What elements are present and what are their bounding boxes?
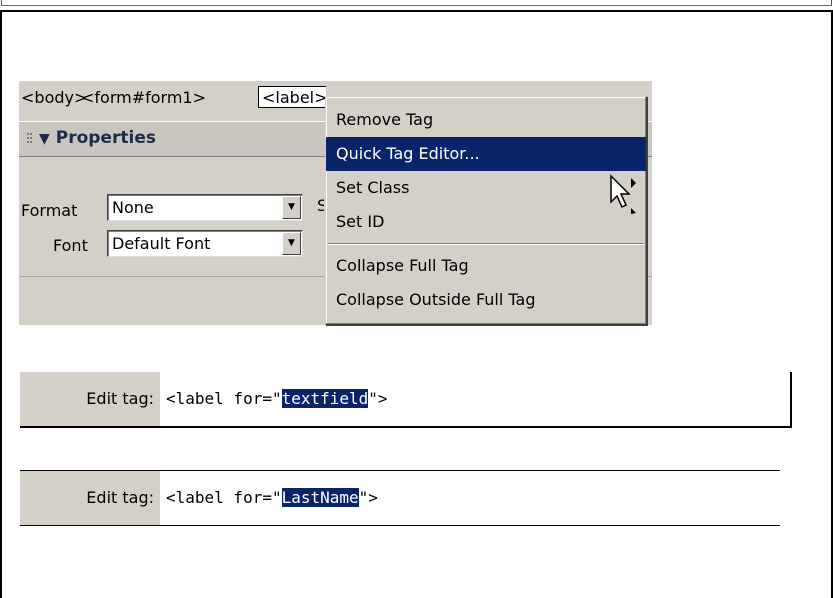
menu-item-quick-tag-editor[interactable]: Quick Tag Editor... — [326, 137, 646, 171]
code-text: "> — [368, 389, 388, 408]
selected-text: LastName — [281, 488, 359, 507]
edit-tag-input[interactable]: <label for="textfield"> — [166, 389, 388, 408]
menu-item-collapse-outside-full-tag[interactable]: Collapse Outside Full Tag — [326, 283, 646, 317]
quick-tag-editor-2: Edit tag: <label for="LastName"> — [20, 470, 780, 526]
window-frame-top — [0, 0, 833, 12]
format-select[interactable]: None ▼ — [107, 194, 303, 221]
selected-text: textfield — [281, 389, 369, 408]
font-value: Default Font — [112, 234, 211, 253]
code-text: <label for=" — [166, 389, 282, 408]
edit-tag-input[interactable]: <label for="LastName"> — [166, 488, 378, 507]
menu-item-set-class[interactable]: Set Class — [326, 171, 646, 205]
menu-item-remove-tag[interactable]: Remove Tag — [326, 103, 646, 137]
dropdown-arrow-icon[interactable]: ▼ — [282, 232, 301, 255]
tag-label-selected[interactable]: <label> — [258, 86, 326, 108]
format-label: Format — [21, 201, 78, 220]
code-text: <label for=" — [166, 488, 282, 507]
font-label: Font — [53, 236, 88, 255]
tag-body[interactable]: <body> — [21, 88, 87, 107]
menu-item-set-id[interactable]: Set ID — [326, 205, 646, 239]
tag-form[interactable]: <form#form1> — [81, 88, 206, 107]
size-label-fragment: S — [317, 196, 324, 215]
grip-icon[interactable] — [27, 133, 33, 147]
edit-tag-label: Edit tag: — [86, 389, 154, 408]
mouse-cursor-icon — [610, 174, 636, 214]
collapse-triangle-icon[interactable]: ▼ — [39, 131, 50, 147]
menu-separator — [328, 243, 644, 245]
context-menu: Remove Tag Quick Tag Editor... Set Class… — [325, 96, 647, 325]
quick-tag-editor-1: Edit tag: <label for="textfield"> — [20, 372, 792, 428]
window-frame-left — [0, 12, 2, 598]
dropdown-arrow-icon[interactable]: ▼ — [282, 196, 301, 219]
format-value: None — [112, 198, 154, 217]
properties-title: Properties — [55, 128, 156, 148]
code-text: "> — [358, 488, 378, 507]
edit-tag-label: Edit tag: — [86, 488, 154, 507]
menu-item-collapse-full-tag[interactable]: Collapse Full Tag — [326, 249, 646, 283]
font-select[interactable]: Default Font ▼ — [107, 230, 303, 257]
